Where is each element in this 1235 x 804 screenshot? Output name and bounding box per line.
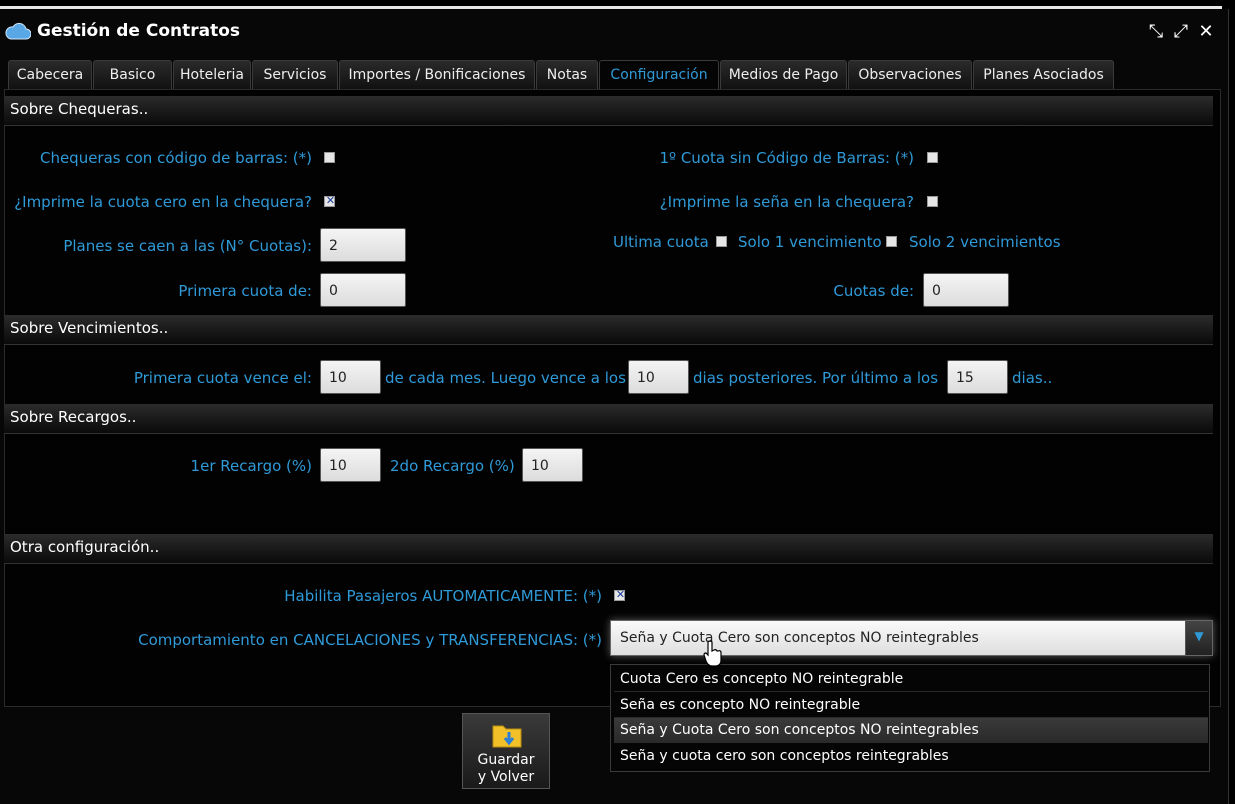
luego-vence-input[interactable]: 10	[628, 360, 689, 394]
configuration-panel	[4, 89, 1221, 707]
primera-cuota-de-label: Primera cuota de:	[178, 282, 312, 300]
tab-importes-bonificaciones[interactable]: Importes / Bonificaciones	[339, 60, 535, 89]
dias-text: dias..	[1012, 369, 1053, 387]
solo-2-vencimientos-label: Solo 2 vencimientos	[909, 233, 1061, 251]
primer-recargo-input[interactable]: 10	[320, 448, 381, 482]
tab-hoteleria[interactable]: Hoteleria	[173, 60, 251, 89]
primera-cuota-de-input[interactable]: 0	[320, 273, 406, 307]
solo-1-vencimiento-checkbox[interactable]	[886, 236, 897, 247]
title-bar[interactable]: Gestión de Contratos ⤡ ⤢ ✕	[0, 9, 1228, 57]
hand-cursor-icon	[703, 640, 722, 667]
habilita-pasajeros-label: Habilita Pasajeros AUTOMATICAMENTE: (*)	[284, 587, 602, 605]
cada-mes-text: de cada mes. Luego vence a los	[385, 369, 626, 387]
cuotas-de-label: Cuotas de:	[833, 282, 914, 300]
imprime-cuota-cero-label: ¿Imprime la cuota cero en la chequera?	[14, 193, 312, 211]
tab-observaciones[interactable]: Observaciones	[848, 60, 972, 89]
tab-medios-de-pago[interactable]: Medios de Pago	[720, 60, 847, 89]
tab-configuracion[interactable]: Configuración	[599, 60, 719, 91]
chequeras-codigo-barras-label: Chequeras con código de barras: (*)	[39, 149, 312, 167]
dropdown-option[interactable]: Cuota Cero es concepto NO reintegrable	[614, 667, 1208, 692]
dropdown-option-selected[interactable]: Seña y Cuota Cero son conceptos NO reint…	[614, 718, 1208, 743]
primera-cuota-vence-label: Primera cuota vence el:	[133, 369, 312, 387]
ultima-cuota-checkbox[interactable]	[716, 236, 727, 247]
segundo-recargo-input[interactable]: 10	[522, 448, 583, 482]
tab-basico[interactable]: Basico	[93, 60, 172, 89]
dias-posteriores-text: dias posteriores. Por último a los	[693, 369, 939, 387]
comportamiento-select[interactable]: Seña y Cuota Cero son conceptos NO reint…	[610, 620, 1213, 656]
planes-caen-label: Planes se caen a las (N° Cuotas):	[63, 237, 312, 255]
dropdown-option[interactable]: Seña y cuota cero son conceptos reintegr…	[614, 744, 1208, 769]
close-icon[interactable]: ✕	[1196, 22, 1216, 42]
section-vencimientos-header: Sobre Vencimientos..	[4, 315, 1213, 345]
primer-recargo-label: 1er Recargo (%)	[190, 457, 312, 475]
comportamiento-select-value: Seña y Cuota Cero son conceptos NO reint…	[620, 630, 979, 646]
dropdown-option[interactable]: Seña es concepto NO reintegrable	[614, 693, 1208, 718]
chequeras-codigo-barras-checkbox[interactable]	[324, 152, 335, 163]
imprime-sena-checkbox[interactable]	[927, 196, 938, 207]
segundo-recargo-label: 2do Recargo (%)	[390, 457, 515, 475]
solo-1-vencimiento-label: Solo 1 vencimiento	[738, 233, 882, 251]
comportamiento-dropdown: Cuota Cero es concepto NO reintegrable S…	[610, 664, 1210, 772]
tab-servicios[interactable]: Servicios	[252, 60, 338, 89]
primera-cuota-sin-codigo-checkbox[interactable]	[927, 152, 938, 163]
chevron-down-icon[interactable]: ▼	[1185, 621, 1212, 655]
primera-cuota-vence-input[interactable]: 10	[320, 360, 381, 394]
collapse-icon[interactable]: ⤡	[1146, 22, 1166, 42]
section-chequeras-header: Sobre Chequeras..	[4, 96, 1213, 126]
folder-save-icon	[492, 725, 522, 748]
save-button-label: Guardar y Volver	[477, 752, 535, 785]
tab-cabecera[interactable]: Cabecera	[8, 60, 92, 89]
ultimo-vence-input[interactable]: 15	[947, 360, 1008, 394]
imprime-sena-label: ¿Imprime la seña en la chequera?	[659, 193, 914, 211]
planes-caen-input[interactable]: 2	[320, 228, 406, 262]
section-recargos-header: Sobre Recargos..	[4, 404, 1213, 434]
cuotas-de-input[interactable]: 0	[923, 273, 1009, 307]
cloud-icon	[5, 22, 31, 40]
section-otra-header: Otra configuración..	[4, 534, 1213, 564]
save-and-return-button[interactable]: Guardar y Volver	[462, 713, 550, 789]
tab-planes-asociados[interactable]: Planes Asociados	[973, 60, 1114, 89]
window-title: Gestión de Contratos	[37, 21, 241, 41]
imprime-cuota-cero-checkbox[interactable]	[324, 194, 336, 207]
comportamiento-label: Comportamiento en CANCELACIONES y TRANSF…	[138, 631, 602, 649]
habilita-pasajeros-checkbox[interactable]	[614, 588, 626, 601]
ultima-cuota-label: Ultima cuota	[613, 233, 709, 251]
expand-icon[interactable]: ⤢	[1171, 22, 1191, 42]
primera-cuota-sin-codigo-label: 1º Cuota sin Código de Barras: (*)	[659, 149, 914, 167]
tab-notas[interactable]: Notas	[536, 60, 598, 89]
